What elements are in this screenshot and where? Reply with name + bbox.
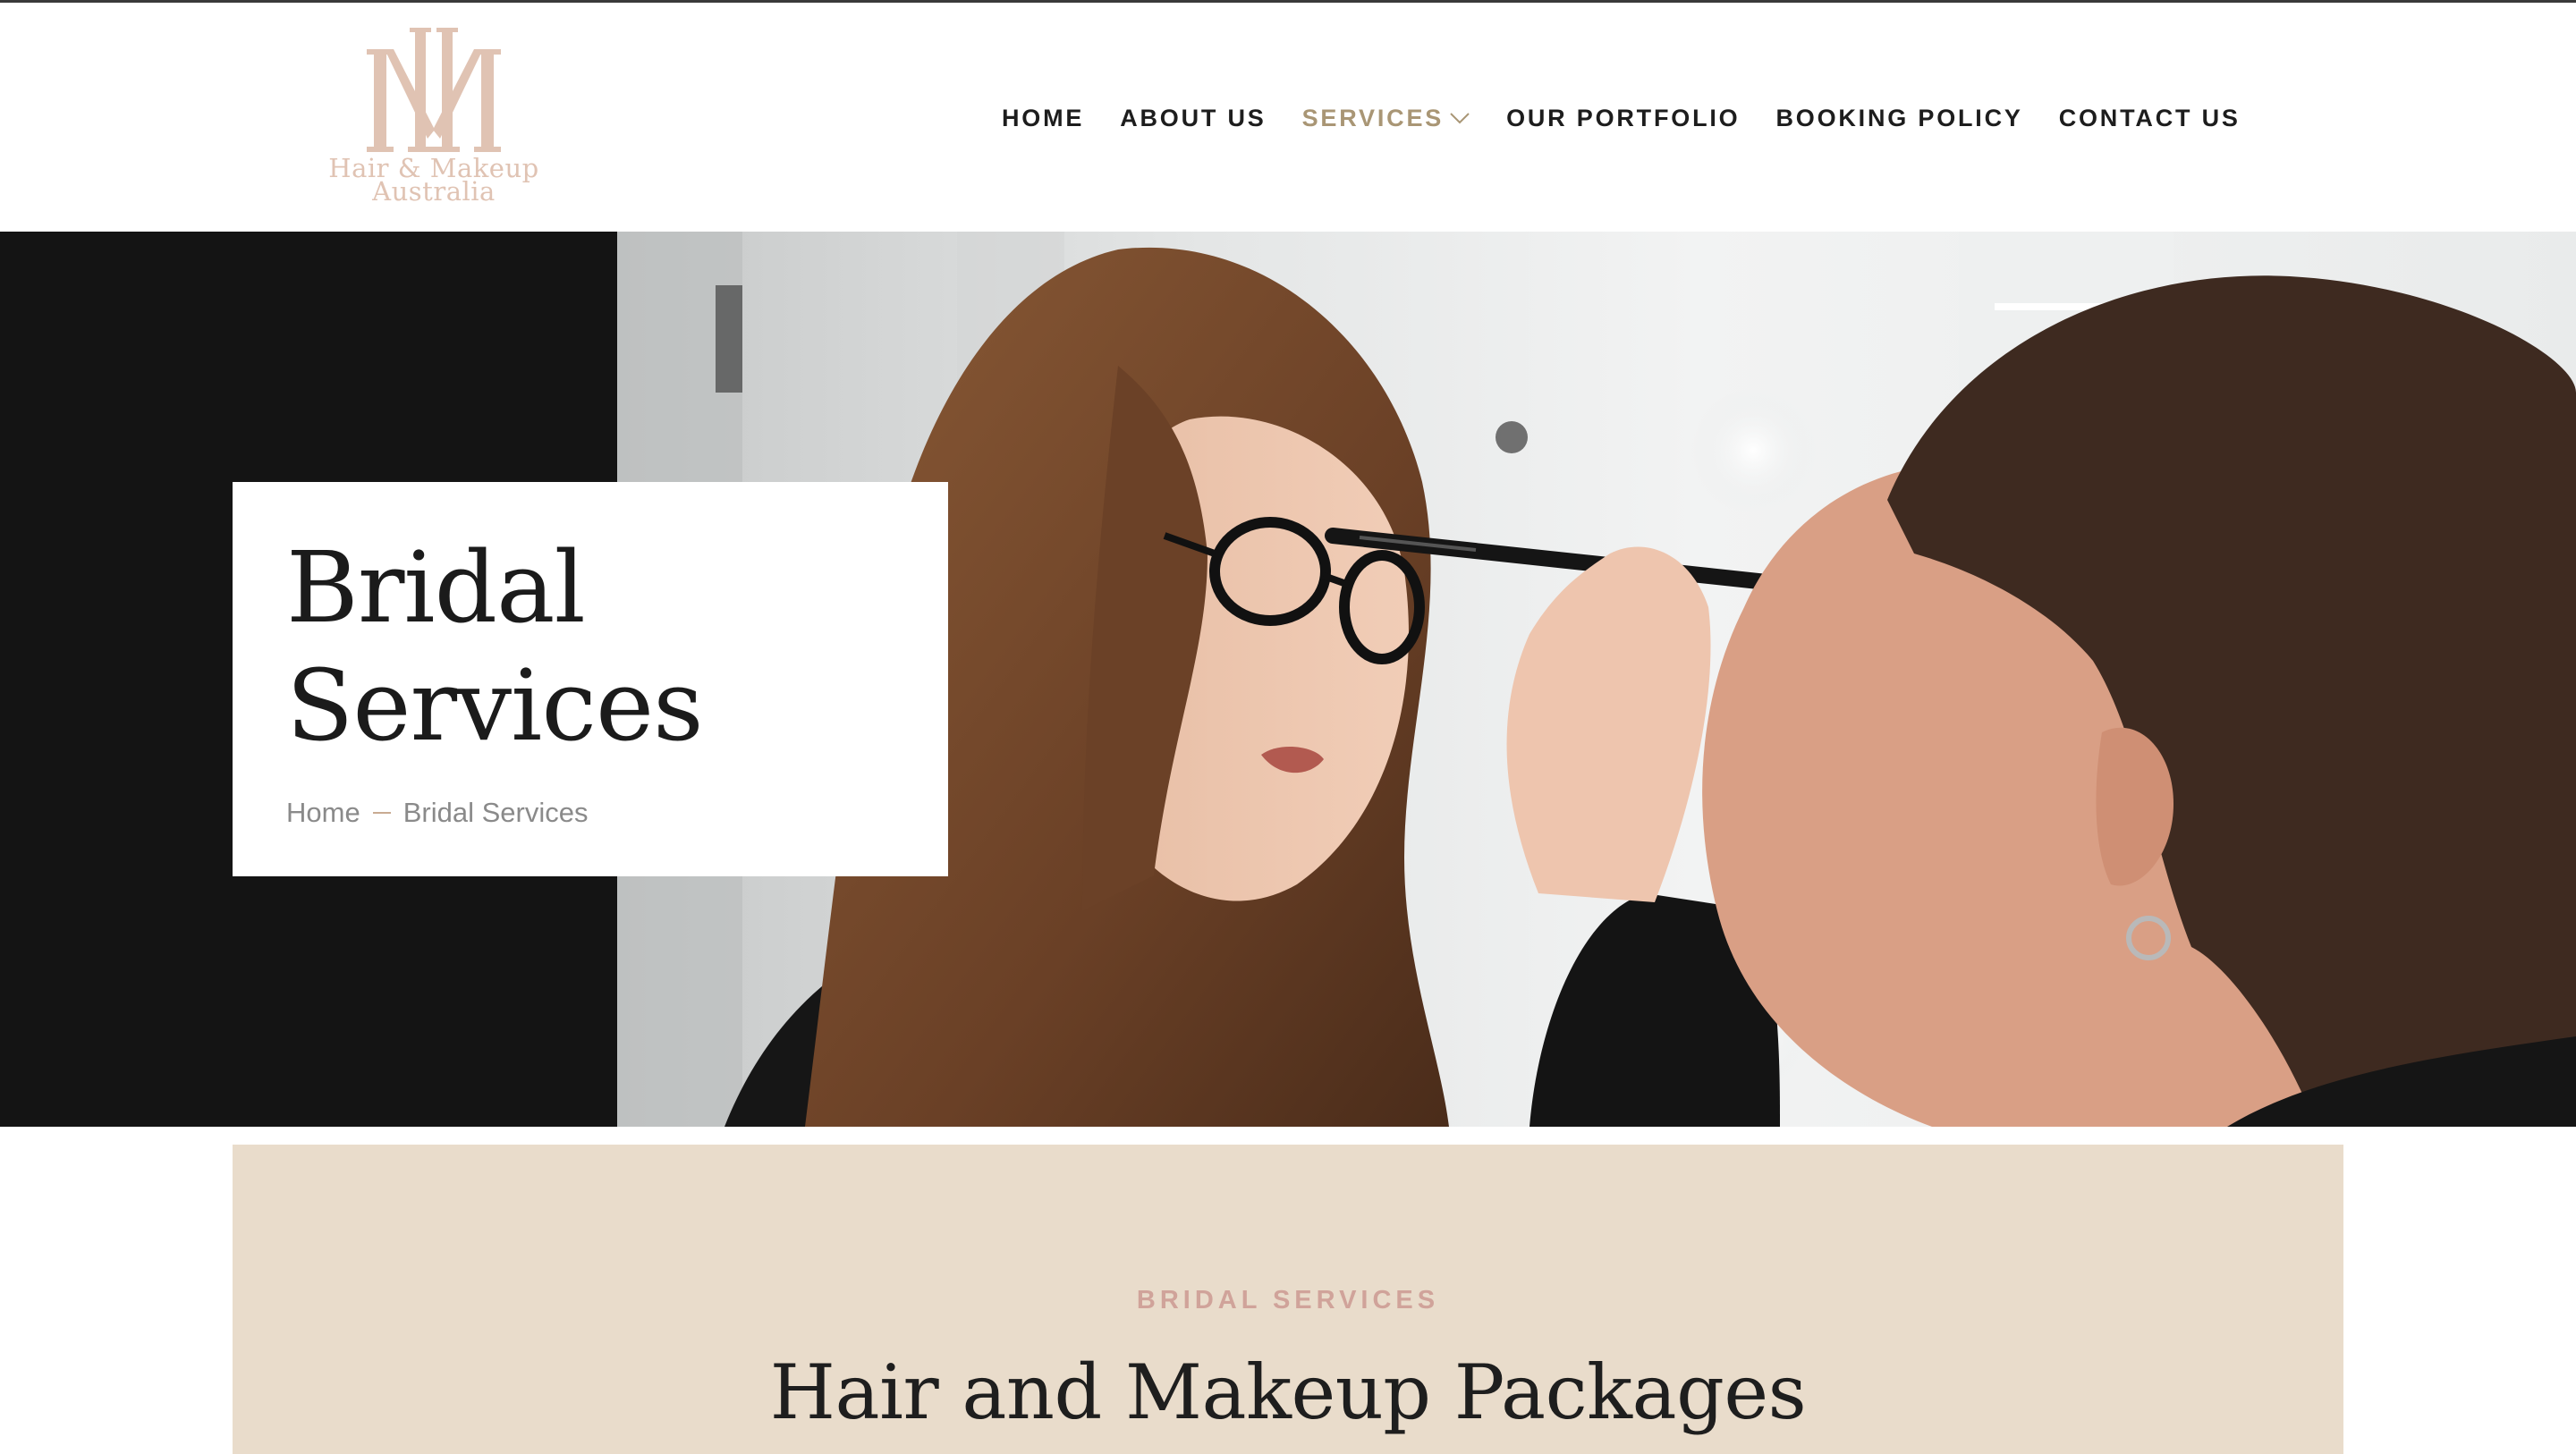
main-nav: HOME ABOUT US SERVICES OUR PORTFOLIO BOO…: [1002, 96, 2241, 140]
nav-services[interactable]: SERVICES: [1302, 105, 1470, 132]
section-eyebrow: BRIDAL SERVICES: [1136, 1286, 1440, 1315]
logo-text-line2: Australia: [372, 176, 496, 207]
nav-about-us[interactable]: ABOUT US: [1120, 105, 1266, 132]
breadcrumb-home-link[interactable]: Home: [286, 797, 360, 829]
page-title-line2: Services: [286, 648, 704, 763]
breadcrumb-current: Bridal Services: [402, 797, 589, 828]
site-header: Hair & Makeup Australia HOME ABOUT US SE…: [0, 3, 2576, 232]
breadcrumb: Home Bridal Services: [286, 797, 588, 829]
nav-home[interactable]: HOME: [1002, 105, 1084, 132]
section-title: Hair and Makeup Packages: [769, 1348, 1807, 1436]
page-title-card: Bridal Services Home Bridal Services: [233, 482, 948, 876]
page-title: Bridal Services: [286, 528, 704, 765]
chevron-down-icon: [1450, 113, 1470, 124]
nav-booking-policy[interactable]: BOOKING POLICY: [1775, 105, 2022, 132]
breadcrumb-separator: [372, 812, 391, 814]
nav-our-portfolio[interactable]: OUR PORTFOLIO: [1506, 105, 1740, 132]
hero-banner: Bridal Services Home Bridal Services: [0, 232, 2576, 1127]
page-title-line1: Bridal: [286, 530, 586, 645]
nav-contact-us[interactable]: CONTACT US: [2059, 105, 2241, 132]
nav-services-label: SERVICES: [1301, 104, 1445, 131]
site-logo[interactable]: Hair & Makeup Australia: [322, 22, 546, 214]
monogram-logo-icon: [367, 28, 501, 152]
packages-section: BRIDAL SERVICES Hair and Makeup Packages: [233, 1145, 2343, 1454]
